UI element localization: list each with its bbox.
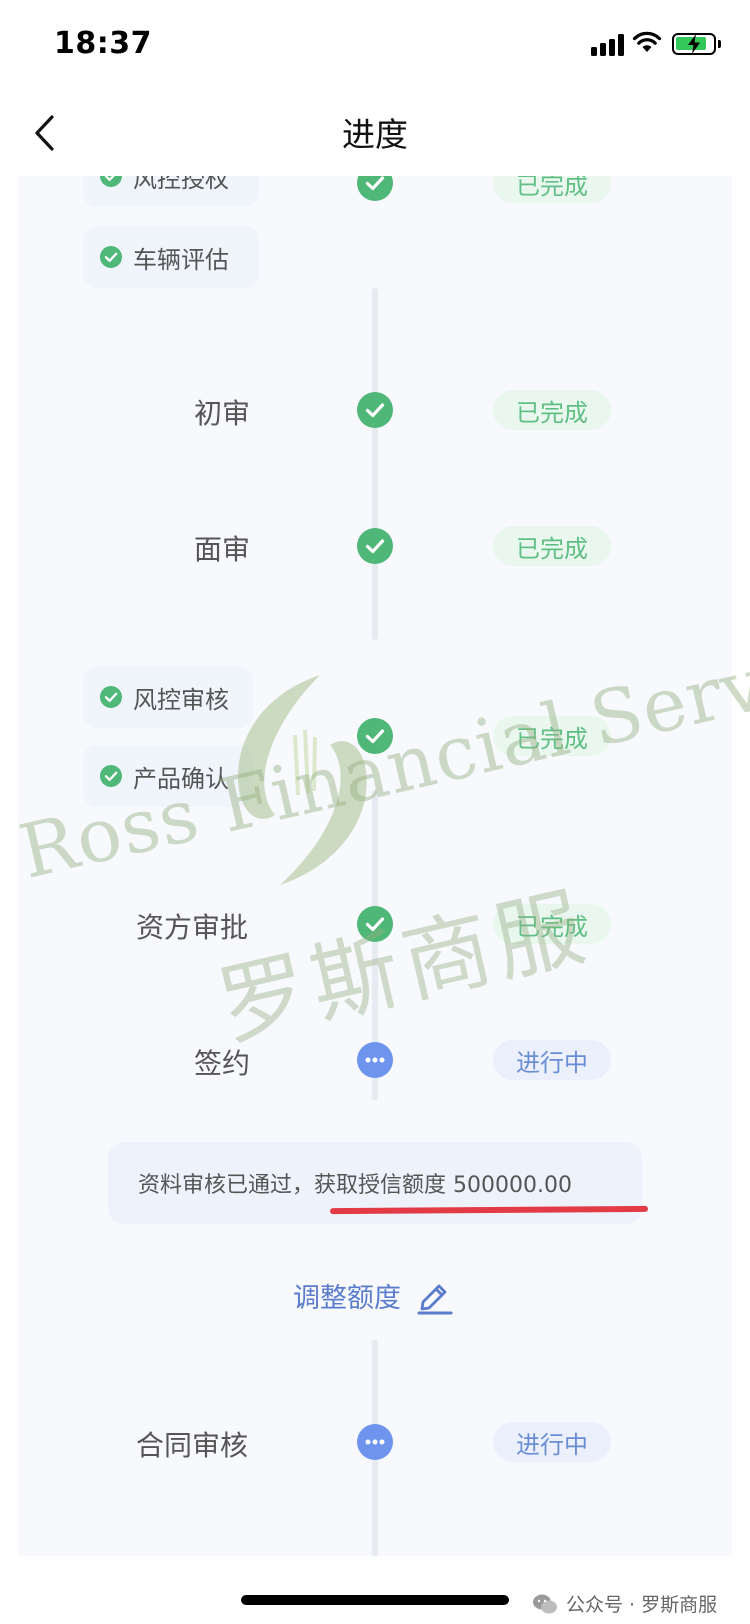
sub-step-tag: 车辆评估 [83,226,259,288]
step-status-node [357,718,393,754]
credit-info-prefix: 资料审核已通过， [138,1173,315,1198]
status-badge: 进行中 [493,1040,611,1080]
step-status-node [357,906,393,942]
status-badge: 已完成 [493,526,611,566]
step-label: 面审 [194,533,251,566]
charging-bolt-icon [688,34,700,54]
page-title: 进度 [342,115,408,154]
timeline-track [372,288,378,640]
check-icon [365,729,385,744]
step-label: 资方审批 [136,911,249,944]
status-bar: 18:37 [0,0,750,90]
cellular-signal-icon [591,34,625,56]
check-circle-icon [100,686,122,708]
navigation-bar: 进度 [0,90,750,176]
check-circle-icon [100,246,122,268]
check-icon [365,539,385,554]
home-indicator[interactable] [241,1595,509,1605]
more-dots-icon [365,1057,385,1063]
adjust-limit-label: 调整额度 [293,1282,401,1314]
credit-amount-text: 获取授信额度 500000.00 [314,1173,572,1198]
step-status-node [357,392,393,428]
status-badge: 已完成 [493,904,611,944]
check-icon [365,403,385,418]
status-badge: 已完成 [493,716,611,756]
wechat-source-label: 公众号 · 罗斯商服 [566,1594,718,1616]
more-dots-icon [365,1439,385,1445]
step-label: 合同审核 [136,1429,249,1462]
step-status-node [357,528,393,564]
step-status-node [357,1042,393,1078]
step-status-node [357,1424,393,1460]
edit-pencil-icon [417,1284,453,1315]
sub-step-label: 车辆评估 [133,245,229,274]
adjust-limit-button[interactable]: 调整额度 [293,1270,453,1320]
check-circle-icon [100,765,122,787]
sub-step-label: 风控审核 [133,685,229,714]
wechat-source-badge: 公众号 · 罗斯商服 [532,1590,717,1617]
wifi-icon [632,31,662,52]
check-icon [365,917,385,932]
step-label: 签约 [194,1047,251,1080]
step-label: 初审 [194,397,251,430]
battery-cap [718,40,721,48]
sub-step-tag: 产品确认 [83,745,253,807]
status-badge: 已完成 [493,390,611,430]
status-badge: 进行中 [493,1422,611,1462]
sub-step-tag: 风控审核 [83,666,253,728]
status-time: 18:37 [54,26,152,61]
wechat-icon [533,1594,557,1613]
sub-step-label: 产品确认 [133,764,229,793]
